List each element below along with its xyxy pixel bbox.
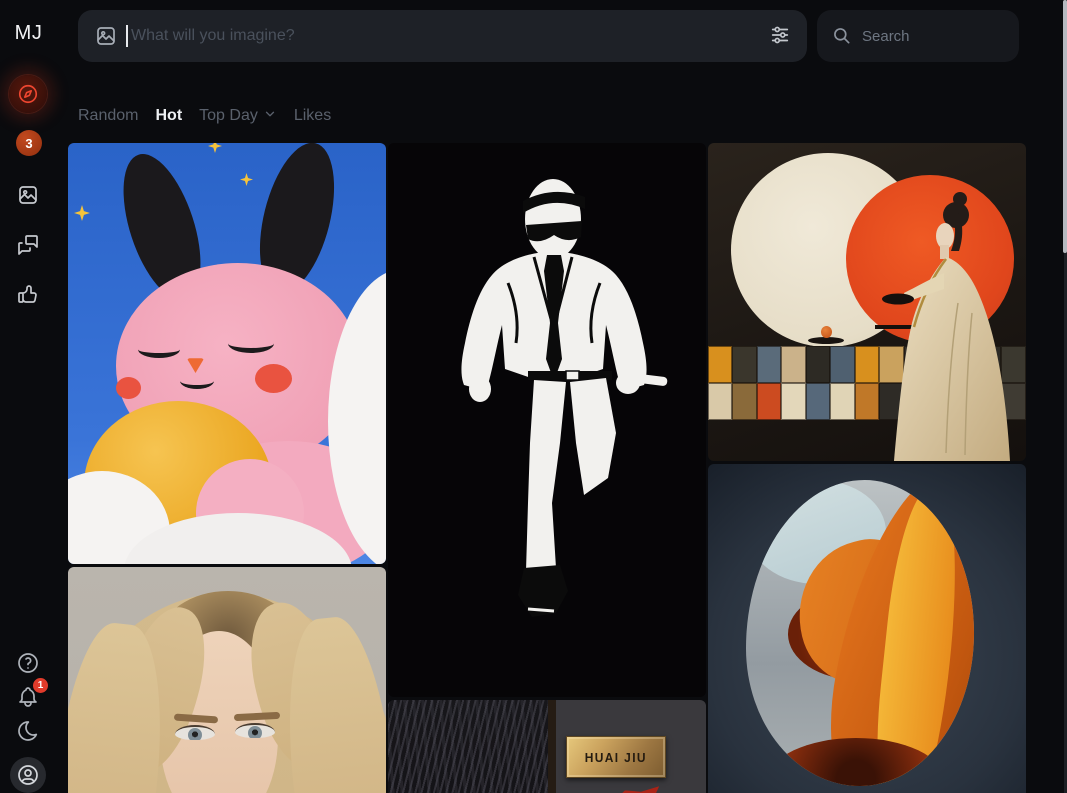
image-icon — [94, 24, 118, 48]
gallery-image-blonde-portrait[interactable] — [68, 567, 386, 793]
bunny-cheek — [116, 377, 141, 399]
sidebar-item-notifications[interactable]: 1 — [14, 678, 48, 711]
prompt-bar — [78, 10, 807, 62]
notification-badge: 1 — [33, 678, 48, 693]
explore-badge[interactable]: 3 — [16, 130, 42, 156]
gallery-column-3 — [708, 143, 1026, 793]
sidebar-item-images[interactable] — [14, 181, 42, 209]
thumbs-up-icon — [16, 282, 40, 306]
sidebar: MJ 3 1 — [0, 0, 57, 793]
gallery-column-2: HUAI JIU — [388, 143, 706, 793]
tab-likes[interactable]: Likes — [294, 107, 331, 125]
gallery-image-knitted-bunny[interactable] — [68, 143, 386, 564]
suit-man-illustration — [461, 179, 668, 617]
sidebar-item-profile[interactable] — [10, 757, 46, 793]
sidebar-item-likes[interactable] — [14, 280, 42, 308]
moon-icon — [16, 719, 40, 743]
dark-hair-panel — [388, 700, 548, 793]
bunny-eye — [228, 334, 274, 353]
wall-panel: HUAI JIU — [548, 700, 706, 793]
scrollbar-thumb[interactable] — [1063, 0, 1067, 253]
compass-icon — [17, 83, 39, 105]
bunny-eye — [138, 341, 180, 358]
help-icon — [16, 651, 40, 675]
iris-shape — [188, 728, 202, 740]
feed-filter-tabs: Random Hot Top Day Likes — [78, 103, 331, 129]
tab-top-day[interactable]: Top Day — [199, 107, 277, 126]
search-bar — [817, 10, 1019, 62]
gallery-image-moon-woman[interactable] — [708, 143, 1026, 461]
sidebar-item-explore[interactable] — [9, 75, 47, 113]
bunny-mouth — [180, 373, 214, 389]
prompt-input[interactable] — [131, 27, 769, 45]
tab-hot[interactable]: Hot — [155, 107, 182, 125]
bunny-cheek — [255, 364, 292, 393]
image-icon — [16, 183, 40, 207]
plaque-text: HUAI JIU — [584, 749, 648, 765]
door-frame — [548, 700, 556, 793]
gallery-column-1 — [68, 143, 386, 793]
star-shape — [74, 205, 90, 221]
eye-shape — [235, 723, 275, 738]
brass-plaque: HUAI JIU — [566, 736, 666, 778]
tab-random[interactable]: Random — [78, 107, 138, 125]
eye-shape — [175, 725, 215, 740]
star-shape — [240, 173, 253, 186]
user-circle-icon — [16, 763, 40, 787]
sidebar-item-chat[interactable] — [14, 231, 42, 259]
search-icon — [832, 26, 852, 46]
text-cursor — [126, 25, 128, 47]
sidebar-item-help[interactable] — [14, 649, 42, 677]
red-ribbon — [618, 784, 661, 793]
sidebar-item-theme-toggle[interactable] — [14, 717, 42, 745]
gallery-grid: HUAI JIU — [68, 143, 1026, 793]
star-shape — [208, 143, 222, 153]
sliders-icon — [769, 24, 791, 49]
iris-shape — [248, 726, 262, 738]
gallery-image-suit-runner[interactable] — [388, 143, 706, 697]
kimono-woman-illustration — [882, 192, 1010, 461]
app-logo: MJ — [14, 22, 43, 44]
gallery-image-huai-jiu[interactable]: HUAI JIU — [388, 700, 706, 793]
stone-opening — [746, 480, 974, 786]
gallery-image-orange-swirl[interactable] — [708, 464, 1026, 793]
prompt-settings-button[interactable] — [769, 24, 791, 49]
search-input[interactable] — [862, 27, 1004, 45]
chat-bubbles-icon — [16, 233, 40, 257]
chevron-down-icon — [263, 107, 277, 126]
